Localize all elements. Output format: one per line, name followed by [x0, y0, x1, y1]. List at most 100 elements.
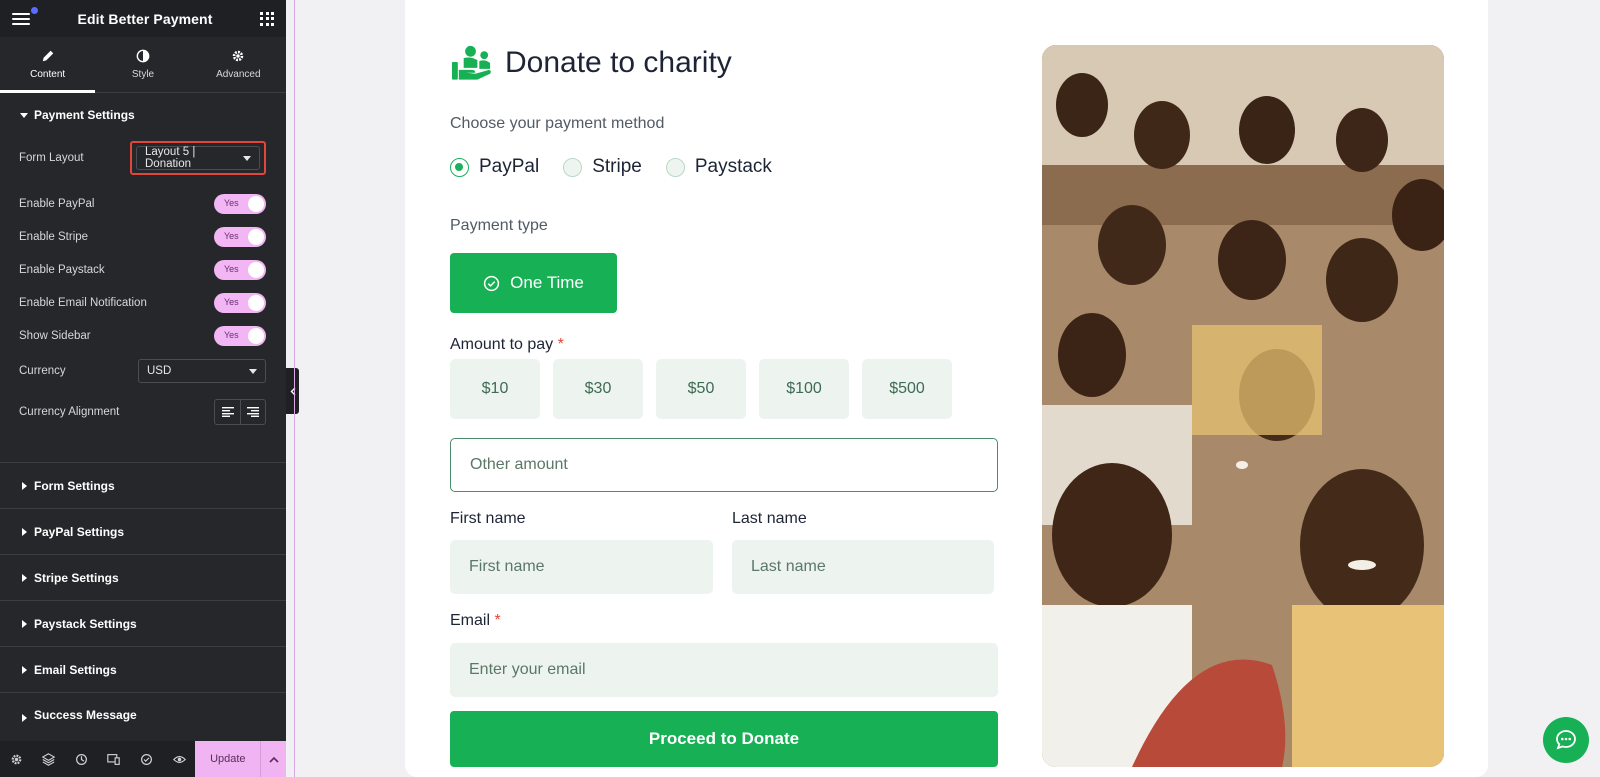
toggle-yes-label: Yes: [224, 230, 239, 241]
enable-paypal-label: Enable PayPal: [19, 197, 95, 210]
show-sidebar-label: Show Sidebar: [19, 329, 91, 342]
paypal-settings-section[interactable]: PayPal Settings: [0, 508, 286, 554]
payment-settings-header[interactable]: Payment Settings: [0, 93, 286, 137]
children-photo-illustration: [1042, 45, 1444, 767]
one-time-label: One Time: [510, 273, 584, 292]
responsive-icon[interactable]: [98, 741, 131, 777]
toggle-yes-label: Yes: [224, 263, 239, 274]
apps-grid-icon[interactable]: [260, 11, 274, 26]
radio-stripe[interactable]: Stripe: [563, 156, 642, 178]
one-time-button[interactable]: One Time: [450, 253, 617, 313]
email-settings-section[interactable]: Email Settings: [0, 646, 286, 692]
enable-stripe-row: Enable Stripe Yes: [0, 220, 286, 253]
enable-paystack-toggle[interactable]: Yes: [214, 259, 266, 280]
align-left-icon: [221, 407, 234, 417]
radio-paypal-label: PayPal: [479, 156, 540, 177]
last-name-label: Last name: [732, 510, 807, 527]
gear-icon: [233, 50, 244, 62]
amount-option[interactable]: $30: [553, 359, 643, 419]
radio-paypal[interactable]: PayPal: [450, 156, 539, 178]
first-name-input[interactable]: [450, 540, 713, 594]
toggle-yes-label: Yes: [224, 197, 239, 208]
last-name-input[interactable]: [732, 540, 994, 594]
tab-content-label: Content: [30, 69, 66, 80]
radio-unchecked-icon: [665, 157, 685, 177]
page-title: Donate to charity: [505, 46, 732, 79]
currency-alignment-row: Currency Alignment: [0, 390, 286, 434]
amount-option[interactable]: $10: [450, 359, 540, 419]
success-message-section[interactable]: Success Message: [0, 692, 286, 722]
enable-paystack-label: Enable Paystack: [19, 263, 105, 276]
caret-down-icon: [20, 112, 28, 118]
chevron-down-icon: [243, 155, 251, 161]
tab-content[interactable]: Content: [0, 37, 96, 93]
align-right-button[interactable]: [240, 400, 265, 424]
settings-gear-icon[interactable]: [0, 741, 33, 777]
currency-label: Currency: [19, 365, 66, 377]
charity-hands-icon: [451, 45, 491, 80]
form-layout-select[interactable]: Layout 5 | Donation: [136, 146, 260, 170]
tab-style[interactable]: Style: [95, 37, 190, 92]
amount-option[interactable]: $500: [862, 359, 952, 419]
pencil-icon: [42, 50, 53, 62]
eye-icon[interactable]: [163, 741, 196, 777]
section-label: Stripe Settings: [34, 570, 119, 585]
show-sidebar-toggle[interactable]: Yes: [214, 325, 266, 346]
form-settings-section[interactable]: Form Settings: [0, 462, 286, 508]
currency-row: Currency USD: [0, 352, 286, 390]
enable-stripe-toggle[interactable]: Yes: [214, 226, 266, 247]
update-button[interactable]: Update: [195, 741, 261, 777]
amount-label-row: Amount to pay *: [450, 336, 564, 354]
section-label: Success Message: [34, 708, 137, 722]
payment-type-label: Payment type: [450, 217, 548, 234]
chevron-down-icon: [249, 368, 257, 374]
payment-settings-section: Payment Settings Form Layout Layout 5 | …: [0, 93, 286, 462]
panel-tabs: Content Style Advanced: [0, 37, 286, 93]
currency-alignment-group: [214, 399, 266, 425]
amount-options: $10 $30 $50 $100 $500: [450, 359, 952, 419]
email-input[interactable]: [450, 643, 998, 697]
stripe-settings-section[interactable]: Stripe Settings: [0, 554, 286, 600]
enable-email-notification-row: Enable Email Notification Yes: [0, 286, 286, 319]
check-icon[interactable]: [130, 741, 163, 777]
caret-right-icon: [22, 527, 27, 536]
radio-paystack[interactable]: Paystack: [665, 156, 772, 178]
payment-settings-title: Payment Settings: [34, 108, 135, 122]
form-title-row: Donate to charity: [450, 44, 732, 82]
radio-stripe-label: Stripe: [592, 156, 642, 177]
show-sidebar-row: Show Sidebar Yes: [0, 319, 286, 352]
radio-paystack-label: Paystack: [694, 156, 772, 177]
section-label: Paystack Settings: [34, 616, 137, 631]
radio-checked-icon: [450, 157, 469, 177]
enable-stripe-label: Enable Stripe: [19, 230, 89, 243]
canvas-edge: [294, 0, 295, 777]
other-amount-input[interactable]: [450, 438, 998, 492]
payment-method-group: PayPal Stripe Paystack: [450, 156, 772, 178]
history-icon[interactable]: [65, 741, 98, 777]
section-label: PayPal Settings: [34, 524, 125, 539]
currency-select[interactable]: USD: [138, 359, 266, 383]
menu-icon[interactable]: [12, 6, 38, 26]
section-label: Email Settings: [34, 662, 117, 677]
caret-right-icon: [22, 573, 27, 582]
panel-footer: Update: [0, 741, 287, 777]
enable-email-notification-toggle[interactable]: Yes: [214, 292, 266, 313]
enable-paystack-row: Enable Paystack Yes: [0, 253, 286, 286]
layers-icon[interactable]: [33, 741, 66, 777]
panel-collapse-handle[interactable]: [286, 368, 299, 414]
chat-support-button[interactable]: [1543, 717, 1589, 763]
radio-unchecked-icon: [563, 157, 583, 177]
children-photo: [1042, 45, 1444, 767]
enable-email-notification-label: Enable Email Notification: [19, 296, 147, 309]
align-left-button[interactable]: [215, 400, 240, 424]
notification-dot: [31, 6, 38, 14]
amount-option[interactable]: $50: [656, 359, 746, 419]
update-options-button[interactable]: [260, 741, 287, 777]
enable-paypal-toggle[interactable]: Yes: [214, 193, 266, 214]
amount-option[interactable]: $100: [759, 359, 849, 419]
proceed-to-donate-button[interactable]: Proceed to Donate: [450, 711, 998, 767]
paystack-settings-section[interactable]: Paystack Settings: [0, 600, 286, 646]
required-mark: *: [557, 336, 564, 353]
caret-right-icon: [22, 481, 27, 490]
tab-advanced[interactable]: Advanced: [191, 37, 286, 92]
